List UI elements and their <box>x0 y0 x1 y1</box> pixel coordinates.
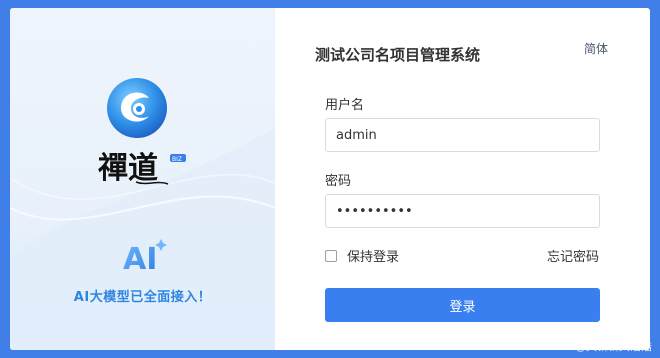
username-label: 用户名 <box>325 98 365 113</box>
zentao-logo-icon <box>107 78 167 138</box>
logo-wordmark: 禪道 BIZ <box>96 148 190 188</box>
password-label: 密码 <box>325 174 352 189</box>
password-input[interactable] <box>325 194 600 228</box>
brand-panel: 禪道 BIZ AI AI大模型已全面接入！ <box>10 8 275 350</box>
remember-label: 保持登录 <box>347 250 400 265</box>
ai-sparkle-icon: AI <box>123 239 167 277</box>
forgot-password-link[interactable]: 忘记密码 <box>547 246 599 265</box>
login-card: 禪道 BIZ AI AI大模型已全面接入！ 测试公司名项目管理系统 简体 用户名… <box>10 8 650 350</box>
svg-text:AI: AI <box>123 242 157 277</box>
remember-login[interactable]: 保持登录 <box>325 246 399 265</box>
login-button[interactable]: 登录 <box>325 288 600 322</box>
username-input[interactable] <box>325 118 600 152</box>
watermark: CSDN @大新新大浩浩 <box>540 340 652 353</box>
system-title: 测试公司名项目管理系统 <box>315 46 481 64</box>
svg-text:禪道: 禪道 <box>98 151 158 186</box>
remember-checkbox[interactable] <box>325 249 337 262</box>
language-switch[interactable]: 简体 <box>584 40 608 57</box>
ai-caption: AI大模型已全面接入！ <box>73 290 212 305</box>
svg-text:BIZ: BIZ <box>172 156 182 163</box>
login-panel: 测试公司名项目管理系统 简体 用户名 密码 保持登录 忘记密码 登录 <box>275 8 650 350</box>
